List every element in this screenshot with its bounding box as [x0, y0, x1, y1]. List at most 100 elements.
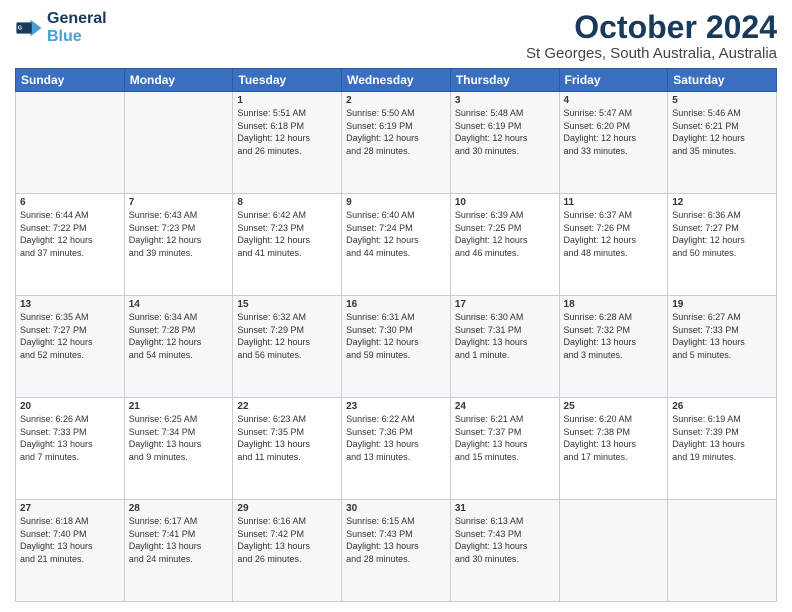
- day-number: 5: [672, 95, 772, 106]
- day-info: Sunrise: 5:50 AM Sunset: 6:19 PM Dayligh…: [346, 107, 446, 157]
- day-cell: 27Sunrise: 6:18 AM Sunset: 7:40 PM Dayli…: [16, 500, 125, 602]
- day-info: Sunrise: 6:16 AM Sunset: 7:42 PM Dayligh…: [237, 515, 337, 565]
- day-info: Sunrise: 6:30 AM Sunset: 7:31 PM Dayligh…: [455, 311, 555, 361]
- day-cell: 3Sunrise: 5:48 AM Sunset: 6:19 PM Daylig…: [450, 92, 559, 194]
- day-info: Sunrise: 6:39 AM Sunset: 7:25 PM Dayligh…: [455, 209, 555, 259]
- day-cell: 1Sunrise: 5:51 AM Sunset: 6:18 PM Daylig…: [233, 92, 342, 194]
- day-info: Sunrise: 6:34 AM Sunset: 7:28 PM Dayligh…: [129, 311, 229, 361]
- day-info: Sunrise: 5:46 AM Sunset: 6:21 PM Dayligh…: [672, 107, 772, 157]
- day-cell: [16, 92, 125, 194]
- week-row-5: 27Sunrise: 6:18 AM Sunset: 7:40 PM Dayli…: [16, 500, 777, 602]
- day-info: Sunrise: 6:31 AM Sunset: 7:30 PM Dayligh…: [346, 311, 446, 361]
- day-number: 26: [672, 401, 772, 412]
- day-number: 27: [20, 503, 120, 514]
- svg-text:G: G: [18, 25, 22, 31]
- day-cell: 23Sunrise: 6:22 AM Sunset: 7:36 PM Dayli…: [342, 398, 451, 500]
- day-info: Sunrise: 6:18 AM Sunset: 7:40 PM Dayligh…: [20, 515, 120, 565]
- header-cell-tuesday: Tuesday: [233, 69, 342, 92]
- week-row-2: 6Sunrise: 6:44 AM Sunset: 7:22 PM Daylig…: [16, 194, 777, 296]
- day-cell: 30Sunrise: 6:15 AM Sunset: 7:43 PM Dayli…: [342, 500, 451, 602]
- day-cell: 26Sunrise: 6:19 AM Sunset: 7:39 PM Dayli…: [668, 398, 777, 500]
- day-cell: 14Sunrise: 6:34 AM Sunset: 7:28 PM Dayli…: [124, 296, 233, 398]
- day-info: Sunrise: 6:43 AM Sunset: 7:23 PM Dayligh…: [129, 209, 229, 259]
- day-info: Sunrise: 6:44 AM Sunset: 7:22 PM Dayligh…: [20, 209, 120, 259]
- day-cell: 29Sunrise: 6:16 AM Sunset: 7:42 PM Dayli…: [233, 500, 342, 602]
- day-number: 8: [237, 197, 337, 208]
- subtitle: St Georges, South Australia, Australia: [526, 45, 777, 62]
- day-cell: 2Sunrise: 5:50 AM Sunset: 6:19 PM Daylig…: [342, 92, 451, 194]
- day-cell: 12Sunrise: 6:36 AM Sunset: 7:27 PM Dayli…: [668, 194, 777, 296]
- day-info: Sunrise: 6:27 AM Sunset: 7:33 PM Dayligh…: [672, 311, 772, 361]
- day-number: 4: [564, 95, 664, 106]
- day-info: Sunrise: 5:47 AM Sunset: 6:20 PM Dayligh…: [564, 107, 664, 157]
- week-row-1: 1Sunrise: 5:51 AM Sunset: 6:18 PM Daylig…: [16, 92, 777, 194]
- day-cell: 4Sunrise: 5:47 AM Sunset: 6:20 PM Daylig…: [559, 92, 668, 194]
- day-info: Sunrise: 6:40 AM Sunset: 7:24 PM Dayligh…: [346, 209, 446, 259]
- calendar-table: SundayMondayTuesdayWednesdayThursdayFrid…: [15, 68, 777, 602]
- day-cell: 10Sunrise: 6:39 AM Sunset: 7:25 PM Dayli…: [450, 194, 559, 296]
- day-info: Sunrise: 6:32 AM Sunset: 7:29 PM Dayligh…: [237, 311, 337, 361]
- day-info: Sunrise: 6:22 AM Sunset: 7:36 PM Dayligh…: [346, 413, 446, 463]
- day-number: 18: [564, 299, 664, 310]
- day-cell: 11Sunrise: 6:37 AM Sunset: 7:26 PM Dayli…: [559, 194, 668, 296]
- header-cell-monday: Monday: [124, 69, 233, 92]
- day-number: 29: [237, 503, 337, 514]
- day-number: 14: [129, 299, 229, 310]
- day-info: Sunrise: 6:28 AM Sunset: 7:32 PM Dayligh…: [564, 311, 664, 361]
- day-cell: [559, 500, 668, 602]
- day-cell: 13Sunrise: 6:35 AM Sunset: 7:27 PM Dayli…: [16, 296, 125, 398]
- logo-line1: General: [47, 10, 107, 28]
- day-number: 31: [455, 503, 555, 514]
- day-cell: 25Sunrise: 6:20 AM Sunset: 7:38 PM Dayli…: [559, 398, 668, 500]
- day-info: Sunrise: 6:21 AM Sunset: 7:37 PM Dayligh…: [455, 413, 555, 463]
- day-info: Sunrise: 5:51 AM Sunset: 6:18 PM Dayligh…: [237, 107, 337, 157]
- header-cell-friday: Friday: [559, 69, 668, 92]
- day-cell: 21Sunrise: 6:25 AM Sunset: 7:34 PM Dayli…: [124, 398, 233, 500]
- day-number: 24: [455, 401, 555, 412]
- header-row: SundayMondayTuesdayWednesdayThursdayFrid…: [16, 69, 777, 92]
- day-cell: 16Sunrise: 6:31 AM Sunset: 7:30 PM Dayli…: [342, 296, 451, 398]
- day-number: 19: [672, 299, 772, 310]
- logo: G General Blue: [15, 10, 107, 45]
- day-info: Sunrise: 6:35 AM Sunset: 7:27 PM Dayligh…: [20, 311, 120, 361]
- day-cell: 8Sunrise: 6:42 AM Sunset: 7:23 PM Daylig…: [233, 194, 342, 296]
- title-area: October 2024 St Georges, South Australia…: [526, 10, 777, 62]
- calendar-page: G General Blue October 2024 St Georges, …: [0, 0, 792, 612]
- day-number: 22: [237, 401, 337, 412]
- logo-line2: Blue: [47, 28, 82, 45]
- day-number: 30: [346, 503, 446, 514]
- day-cell: 24Sunrise: 6:21 AM Sunset: 7:37 PM Dayli…: [450, 398, 559, 500]
- day-cell: 19Sunrise: 6:27 AM Sunset: 7:33 PM Dayli…: [668, 296, 777, 398]
- day-number: 17: [455, 299, 555, 310]
- day-info: Sunrise: 6:23 AM Sunset: 7:35 PM Dayligh…: [237, 413, 337, 463]
- day-number: 11: [564, 197, 664, 208]
- header-cell-saturday: Saturday: [668, 69, 777, 92]
- day-number: 7: [129, 197, 229, 208]
- day-number: 25: [564, 401, 664, 412]
- day-info: Sunrise: 6:20 AM Sunset: 7:38 PM Dayligh…: [564, 413, 664, 463]
- day-cell: 31Sunrise: 6:13 AM Sunset: 7:43 PM Dayli…: [450, 500, 559, 602]
- day-number: 28: [129, 503, 229, 514]
- day-number: 13: [20, 299, 120, 310]
- day-info: Sunrise: 5:48 AM Sunset: 6:19 PM Dayligh…: [455, 107, 555, 157]
- day-info: Sunrise: 6:15 AM Sunset: 7:43 PM Dayligh…: [346, 515, 446, 565]
- day-cell: 17Sunrise: 6:30 AM Sunset: 7:31 PM Dayli…: [450, 296, 559, 398]
- day-cell: 9Sunrise: 6:40 AM Sunset: 7:24 PM Daylig…: [342, 194, 451, 296]
- header: G General Blue October 2024 St Georges, …: [15, 10, 777, 62]
- day-info: Sunrise: 6:42 AM Sunset: 7:23 PM Dayligh…: [237, 209, 337, 259]
- day-cell: 15Sunrise: 6:32 AM Sunset: 7:29 PM Dayli…: [233, 296, 342, 398]
- day-cell: 7Sunrise: 6:43 AM Sunset: 7:23 PM Daylig…: [124, 194, 233, 296]
- day-number: 15: [237, 299, 337, 310]
- day-number: 3: [455, 95, 555, 106]
- day-number: 23: [346, 401, 446, 412]
- week-row-3: 13Sunrise: 6:35 AM Sunset: 7:27 PM Dayli…: [16, 296, 777, 398]
- week-row-4: 20Sunrise: 6:26 AM Sunset: 7:33 PM Dayli…: [16, 398, 777, 500]
- day-cell: 20Sunrise: 6:26 AM Sunset: 7:33 PM Dayli…: [16, 398, 125, 500]
- day-info: Sunrise: 6:26 AM Sunset: 7:33 PM Dayligh…: [20, 413, 120, 463]
- day-info: Sunrise: 6:37 AM Sunset: 7:26 PM Dayligh…: [564, 209, 664, 259]
- day-cell: 22Sunrise: 6:23 AM Sunset: 7:35 PM Dayli…: [233, 398, 342, 500]
- day-cell: 6Sunrise: 6:44 AM Sunset: 7:22 PM Daylig…: [16, 194, 125, 296]
- day-number: 21: [129, 401, 229, 412]
- day-cell: 5Sunrise: 5:46 AM Sunset: 6:21 PM Daylig…: [668, 92, 777, 194]
- day-number: 20: [20, 401, 120, 412]
